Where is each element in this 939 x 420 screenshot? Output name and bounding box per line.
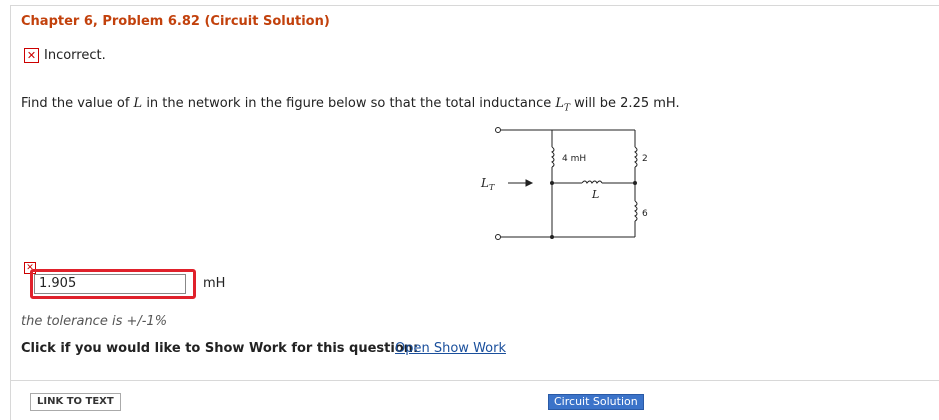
node	[633, 181, 637, 185]
page-title: Chapter 6, Problem 6.82 (Circuit Solutio…	[21, 14, 330, 29]
question-total-variable: L	[555, 96, 565, 111]
arrow-icon	[525, 179, 534, 187]
circuit-figure: 4 mH 2 mH 6 mH L T L	[480, 127, 650, 240]
circuit-solution-button[interactable]: Circuit Solution	[548, 394, 644, 410]
answer-unit: mH	[203, 276, 226, 291]
status-text: Incorrect.	[44, 48, 106, 63]
terminal-bottom	[495, 234, 501, 240]
node	[550, 235, 554, 239]
divider	[10, 380, 939, 381]
inductor-4mh	[551, 146, 555, 168]
inductor-2mh	[634, 146, 638, 168]
question-variable: L	[133, 96, 143, 111]
question-part: will be 2.25 mH.	[570, 96, 680, 111]
label-lt: L	[480, 176, 489, 190]
answer-field-wrapper	[30, 269, 196, 299]
incorrect-icon: ✕	[24, 48, 39, 63]
inductor-l	[581, 180, 603, 184]
terminal-top	[495, 127, 501, 133]
show-work-prompt: Click if you would like to Show Work for…	[21, 341, 419, 356]
label-6mh: 6 mH	[642, 209, 650, 219]
status-row: ✕ Incorrect.	[24, 48, 106, 63]
tolerance-text: the tolerance is +/-1%	[21, 314, 168, 329]
node	[550, 181, 554, 185]
label-4mh: 4 mH	[562, 154, 586, 164]
inductor-6mh	[634, 200, 638, 222]
question-part: in the network in the figure below so th…	[142, 96, 556, 111]
label-lt-subscript: T	[489, 183, 495, 192]
link-to-text-button[interactable]: LINK TO TEXT	[30, 393, 121, 411]
answer-input[interactable]	[34, 273, 186, 294]
label-l: L	[591, 188, 599, 201]
question-part: Find the value of	[21, 96, 134, 111]
label-2mh: 2 mH	[642, 154, 650, 164]
open-show-work-link[interactable]: Open Show Work	[395, 341, 506, 356]
question-text: Find the value of L in the network in th…	[21, 96, 680, 114]
